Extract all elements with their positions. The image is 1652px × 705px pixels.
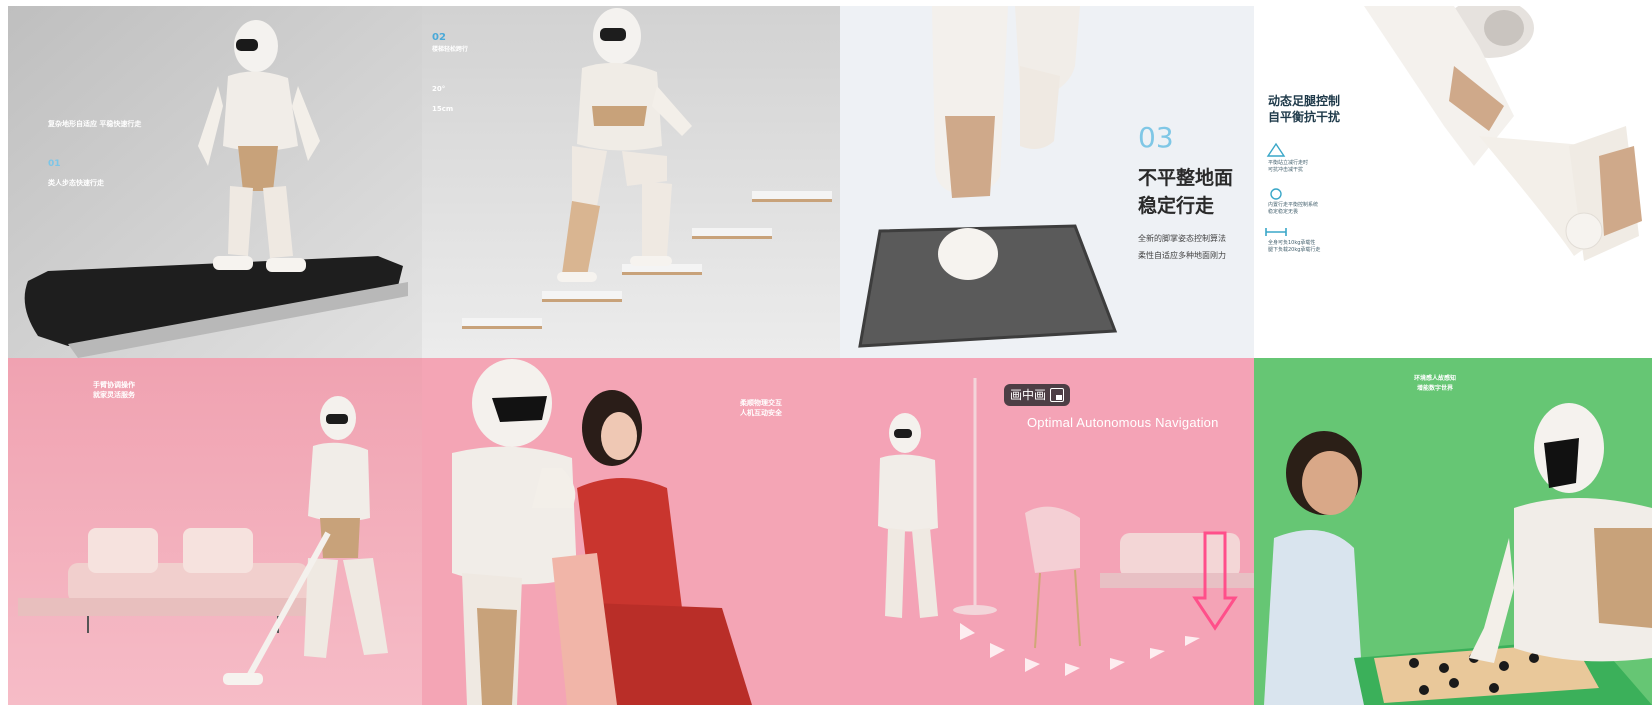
tile-massage: 柔顺物理交互 人机互动安全 [422,358,840,705]
uneven-heading-line2: 稳定行走 [1138,195,1215,217]
tile-treadmill: 复杂地形自适应 平稳快速行走 01 类人步态快速行走 [8,6,422,358]
treadmill-number: 01 [48,159,61,169]
leg-item-3: 全身可负10kg承载性 腿下负载20kg承载行走 [1268,240,1321,253]
uneven-body-line1: 全新的脚掌姿态控制算法 [1138,234,1226,243]
tile-chess: 环境感人故感知 增能数字世界 [1254,358,1652,705]
tile-stairs: 02 楼梯轻松跨行 20° 15cm [422,6,840,358]
tile-vacuum: 手臂协调操作 就家灵活服务 [8,358,422,705]
tile-leg-control: 动态足腿控制 自平衡抗干扰 平衡站立减行走时 可抗冲击减干扰 内置行走平衡控制系… [1254,6,1652,358]
massage-heading: 柔顺物理交互 人机互动安全 [740,399,782,417]
leg-heading-line2: 自平衡抗干扰 [1268,110,1341,124]
navigation-caption: Optimal Autonomous Navigation [1027,415,1219,430]
treadmill-heading: 复杂地形自适应 平稳快速行走 [48,120,142,128]
treadmill-subheading: 类人步态快速行走 [48,179,104,187]
stairs-scene [422,6,840,358]
vacuum-heading: 手臂协调操作 就家灵活服务 [93,381,135,399]
stairs-stat-angle: 20° [432,85,446,93]
tile-navigation: 画中画 Optimal Autonomous Navigation [840,358,1254,705]
stairs-heading: 楼梯轻松跨行 [432,46,469,53]
chess-heading: 环境感人故感知 增能数字世界 [1414,375,1457,392]
vacuum-scene [8,358,422,705]
picture-in-picture-icon [1050,388,1065,402]
uneven-number: 03 [1138,121,1174,154]
chess-scene [1254,358,1652,705]
leg-control-scene [1254,6,1652,358]
image-grid: 复杂地形自适应 平稳快速行走 01 类人步态快速行走 02 楼梯轻松跨行 20°… [8,6,1652,705]
navigation-scene [840,358,1254,705]
stairs-stat-height: 15cm [432,105,454,113]
pip-button[interactable]: 画中画 [1004,384,1071,406]
stairs-number: 02 [432,32,446,43]
tile-uneven-ground: 03 不平整地面 稳定行走 全新的脚掌姿态控制算法 柔性自适应多种地面刚力 [840,6,1254,358]
uneven-heading-line1: 不平整地面 [1138,167,1234,189]
leg-heading-line1: 动态足腿控制 [1268,94,1341,108]
leg-item-1: 平衡站立减行走时 可抗冲击减干扰 [1268,160,1309,173]
uneven-body-line2: 柔性自适应多种地面刚力 [1138,251,1226,260]
leg-item-2: 内置行走平衡控制系统 稳定稳定无畏 [1268,202,1319,215]
pip-label: 画中画 [1010,388,1047,402]
